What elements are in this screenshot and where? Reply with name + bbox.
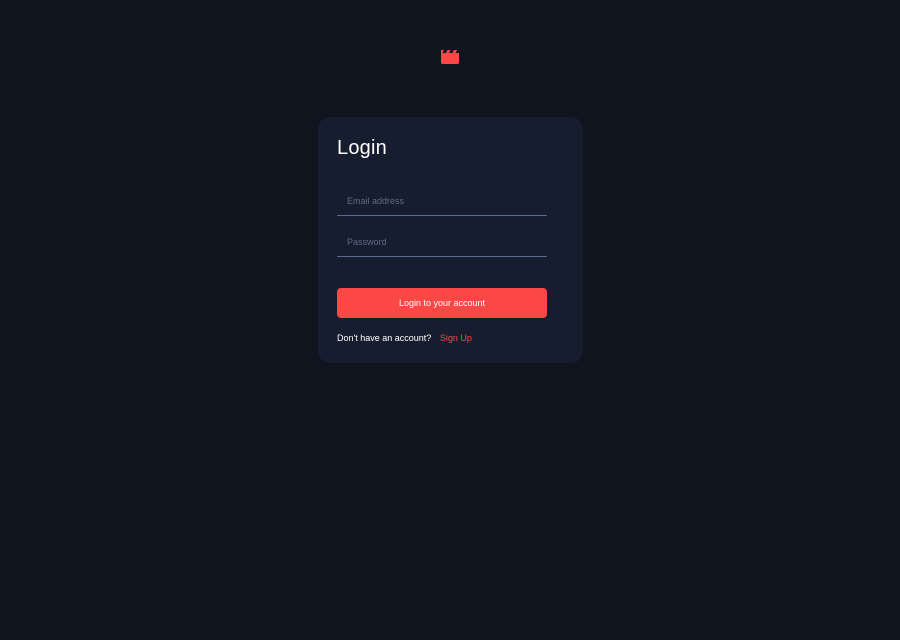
page-title: Login bbox=[337, 137, 387, 159]
signup-link[interactable]: Sign Up bbox=[440, 333, 472, 343]
email-field[interactable] bbox=[337, 186, 547, 216]
signup-row: Don't have an account? Sign Up bbox=[337, 332, 472, 344]
password-field[interactable] bbox=[337, 227, 547, 257]
login-card: Login Login to your account Don't have a… bbox=[318, 117, 583, 363]
login-button[interactable]: Login to your account bbox=[337, 288, 547, 318]
signup-prompt: Don't have an account? bbox=[337, 333, 432, 343]
movie-clapperboard-icon bbox=[441, 50, 459, 64]
